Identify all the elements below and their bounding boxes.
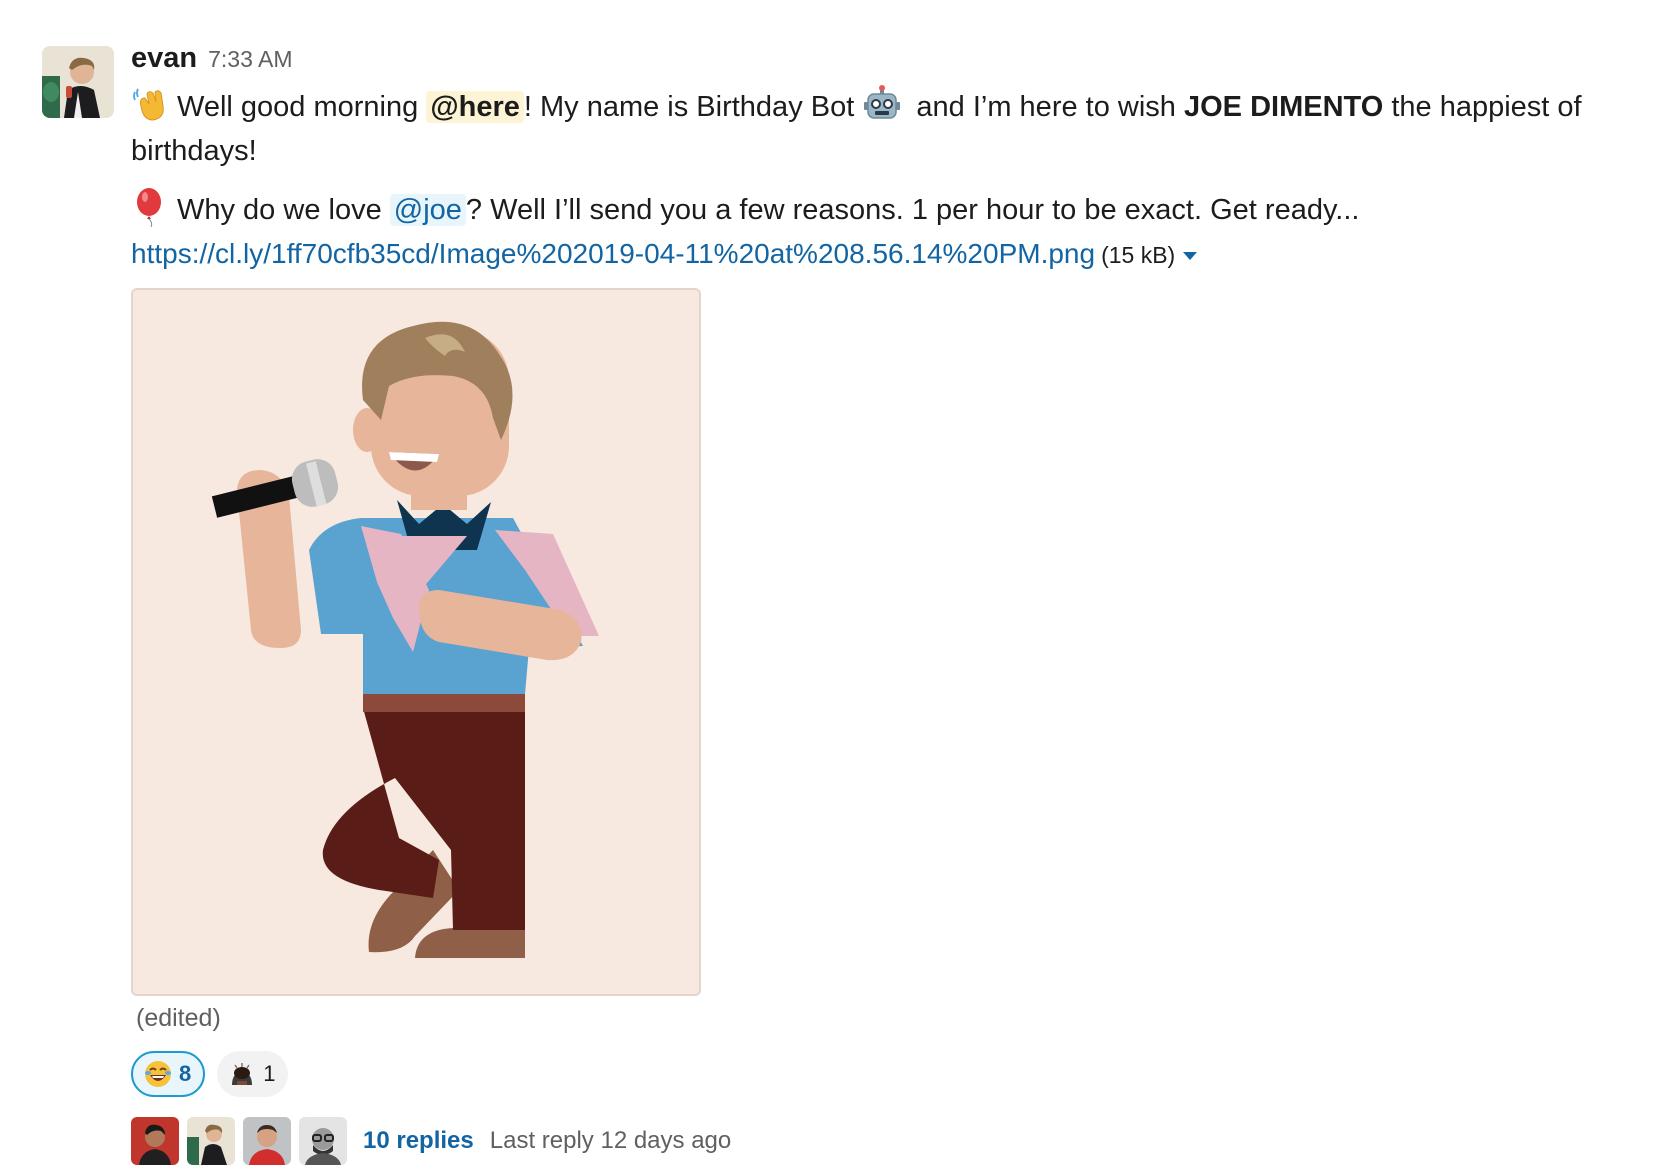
- wish-text: and I’m here to wish: [908, 91, 1184, 123]
- thread-avatar[interactable]: [187, 1117, 235, 1165]
- bowing-emoji-icon: [232, 1063, 253, 1085]
- image-attachment[interactable]: [131, 288, 701, 996]
- message-timestamp[interactable]: 7:33 AM: [208, 46, 292, 73]
- attachment-link[interactable]: https://cl.ly/1ff70cfb35cd/Image%202019-…: [131, 238, 1095, 269]
- message-header: evan 7:33 AM: [131, 42, 1641, 84]
- singer-illustration: [133, 290, 699, 994]
- reasons-text: ? Well I’ll send you a few reasons. 1 pe…: [465, 194, 1360, 226]
- balloon-emoji: [137, 188, 161, 227]
- wave-emoji: [133, 88, 164, 121]
- question-text: Why do we love: [177, 194, 390, 226]
- mention-here[interactable]: @here: [426, 91, 524, 123]
- thread-replies-link[interactable]: 10 replies: [363, 1127, 474, 1155]
- reaction-bowing-count: 1: [263, 1061, 276, 1086]
- reaction-joy-count: 8: [179, 1061, 192, 1086]
- attachment-size: (15 kB): [1101, 242, 1176, 268]
- birthday-person-name: JOE DIMENTO: [1183, 91, 1384, 123]
- message-text-line1: Well good morning @here! My name is Birt…: [131, 84, 1641, 173]
- thread-summary[interactable]: 10 replies Last reply 12 days ago: [131, 1117, 731, 1165]
- mention-joe[interactable]: @joe: [389, 194, 466, 226]
- thread-last-reply: Last reply 12 days ago: [489, 1127, 732, 1154]
- author-name[interactable]: evan: [131, 42, 197, 75]
- joy-emoji-icon: [145, 1061, 171, 1087]
- thread-avatar[interactable]: [131, 1117, 179, 1165]
- reaction-joy[interactable]: 8: [131, 1051, 206, 1097]
- reactions-bar: 8 1: [131, 1051, 288, 1097]
- thread-avatar[interactable]: [299, 1117, 347, 1165]
- thread-avatar[interactable]: [243, 1117, 291, 1165]
- message-text-line2: Why do we love @joe? Well I’ll send you …: [131, 187, 1641, 232]
- intro-text: ! My name is Birthday Bot: [523, 91, 863, 123]
- robot-emoji: [864, 85, 901, 119]
- edited-label: (edited): [136, 1004, 221, 1032]
- attachment-link-row: https://cl.ly/1ff70cfb35cd/Image%202019-…: [131, 234, 1641, 275]
- chevron-down-icon[interactable]: [1183, 252, 1198, 260]
- reaction-bowing[interactable]: 1: [217, 1051, 288, 1097]
- author-avatar[interactable]: [42, 46, 114, 118]
- greeting-text: Well good morning: [177, 91, 427, 123]
